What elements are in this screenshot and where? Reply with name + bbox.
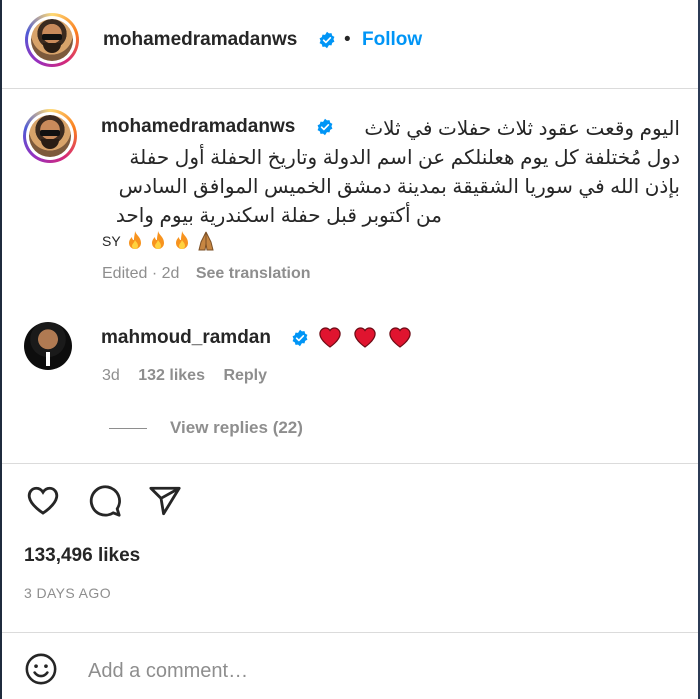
- see-translation-link[interactable]: See translation: [196, 265, 311, 282]
- red-heart-emoji: [319, 327, 341, 348]
- follow-button[interactable]: Follow: [362, 29, 422, 51]
- view-replies-line: [109, 428, 147, 429]
- caption-line: بإذن الله في سوريا الشقيقة بمدينة دمشق ا…: [118, 176, 680, 198]
- emoji-icon[interactable]: [24, 652, 58, 686]
- actions-divider: [2, 463, 698, 464]
- view-replies-button[interactable]: View replies (22): [170, 418, 303, 438]
- window-edge-left: [0, 0, 2, 699]
- heart-icon[interactable]: [26, 484, 60, 518]
- praying-hands-emoji: [198, 231, 214, 251]
- post-date: 3 DAYS AGO: [24, 585, 111, 601]
- caption-line: من أكتوبر قبل حفلة اسكندرية بيوم واحد: [115, 205, 442, 227]
- caption-username[interactable]: mohamedramadanws: [101, 116, 295, 138]
- comment-age: 3d: [102, 367, 120, 384]
- commenter-verified-badge-icon: [292, 329, 308, 347]
- red-heart-emoji: [389, 327, 411, 348]
- post-header: mohamedramadanws • Follow: [2, 0, 698, 89]
- verified-badge-icon: [319, 31, 335, 49]
- red-heart-emoji: [354, 327, 376, 348]
- share-icon[interactable]: [148, 484, 182, 518]
- composer-divider: [2, 632, 698, 633]
- commenter-avatar[interactable]: [24, 322, 72, 370]
- caption-edited-time: Edited · 2d: [102, 265, 180, 282]
- caption-flag-code: SY: [102, 233, 121, 249]
- caption-emoji-row: SY: [102, 230, 216, 254]
- author-avatar[interactable]: [25, 13, 79, 67]
- post-likes-count[interactable]: 133,496 likes: [24, 545, 140, 567]
- comment-likes-link[interactable]: 132 likes: [138, 367, 205, 384]
- caption-author-avatar-photo: [29, 115, 71, 157]
- caption-author-avatar[interactable]: [23, 109, 77, 163]
- comment-icon[interactable]: [88, 484, 122, 518]
- caption-line: دول مُختلفة كل يوم هعلنلكم عن اسم الدولة…: [129, 147, 680, 169]
- fire-emoji: [176, 231, 189, 249]
- caption-line: اليوم وقعت عقود ثلاث حفلات في ثلاث: [364, 118, 680, 140]
- fire-emoji: [128, 231, 141, 249]
- author-username[interactable]: mohamedramadanws: [103, 29, 297, 51]
- commenter-username[interactable]: mahmoud_ramdan: [101, 327, 271, 349]
- header-separator: •: [344, 29, 351, 50]
- reply-button[interactable]: Reply: [223, 367, 267, 384]
- author-avatar-photo: [31, 19, 73, 61]
- comment-input[interactable]: [86, 652, 680, 690]
- caption-verified-badge-icon: [317, 118, 333, 136]
- fire-emoji: [152, 231, 165, 249]
